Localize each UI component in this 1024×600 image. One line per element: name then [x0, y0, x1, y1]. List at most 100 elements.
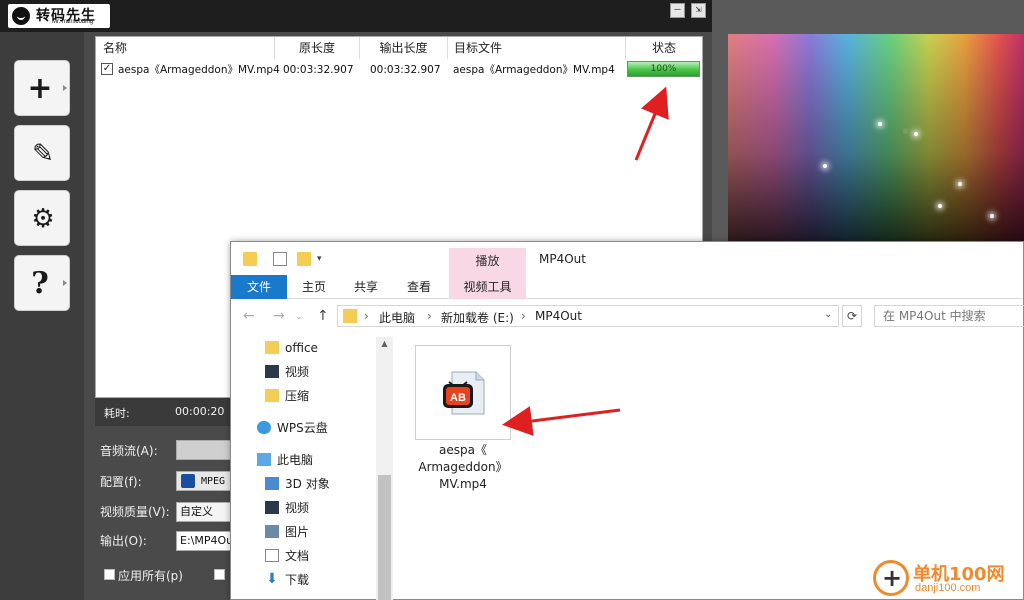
address-dropdown-icon[interactable]: ⌄ [824, 309, 832, 320]
breadcrumb-separator-icon: › [427, 309, 432, 323]
profile-value: MPEG [201, 476, 226, 487]
column-header-original-length[interactable]: 原长度 [275, 37, 360, 59]
column-header-name[interactable]: 名称 [96, 37, 275, 59]
watermark-site-domain: danji100.com [915, 582, 981, 594]
audio-stream-label: 音频流(A): [100, 444, 158, 458]
nav-item-office[interactable]: office [265, 338, 318, 358]
restore-button[interactable]: ⇲ [691, 3, 706, 18]
column-header-status[interactable]: 状态 [626, 37, 702, 59]
logo-subtitle: Mr.Transcoding [52, 19, 94, 25]
nav-item-documents[interactable]: 文档 [265, 546, 310, 566]
sparkle [990, 214, 994, 218]
video-quality-select[interactable]: 自定义 [176, 502, 236, 522]
progress-label: 100% [650, 64, 677, 74]
file-tile[interactable]: AB [415, 345, 511, 440]
search-input[interactable]: 在 MP4Out 中搜索 [874, 305, 1024, 327]
profile-select[interactable]: MPEG [176, 471, 236, 491]
quick-access-toolbar: ▾ [231, 242, 1023, 276]
address-field[interactable]: › 此电脑 › 新加载卷 (E:) › MP4Out ⌄ [337, 305, 839, 327]
computer-icon [257, 453, 271, 466]
apply-all-checkbox[interactable] [104, 569, 115, 580]
watermark-logo-icon [873, 560, 909, 596]
nav-item-wps-cloud[interactable]: WPS云盘 [257, 418, 328, 438]
site-watermark: 单机100网 danji100.com [873, 558, 1024, 600]
plus-icon: + [27, 71, 53, 106]
profile-label: 配置(f): [100, 475, 142, 489]
customize-toolbar-icon[interactable]: ▾ [317, 254, 331, 268]
nav-item-label: 下载 [285, 573, 310, 587]
breadcrumb-this-pc[interactable]: 此电脑 [379, 309, 415, 326]
cube-icon [265, 477, 279, 490]
film-icon [181, 474, 195, 488]
nav-item-3d-objects[interactable]: 3D 对象 [265, 474, 330, 494]
dropdown-arrow-icon [63, 85, 67, 91]
video-icon [265, 365, 279, 378]
tab-share[interactable]: 共享 [341, 275, 391, 299]
output-path-field[interactable]: E:\MP4Out [176, 531, 236, 551]
nav-item-videos-2[interactable]: 视频 [265, 498, 310, 518]
elapsed-label: 耗时: [104, 407, 130, 420]
tab-home[interactable]: 主页 [289, 275, 339, 299]
apply-all-label: 应用所有(p) [118, 569, 183, 583]
add-file-button[interactable]: + [14, 60, 70, 116]
nav-item-compress[interactable]: 压缩 [265, 386, 310, 406]
nav-item-label: 此电脑 [277, 453, 314, 467]
logo-face-icon [10, 5, 32, 27]
context-tab-play[interactable]: 播放 [449, 252, 526, 269]
nav-item-label: 文档 [285, 549, 310, 563]
nav-item-pictures[interactable]: 图片 [265, 522, 310, 542]
nav-item-this-pc[interactable]: 此电脑 [257, 450, 314, 470]
ab-video-file-icon: AB [443, 371, 485, 415]
app-logo: 转码先生 Mr.Transcoding [8, 4, 110, 28]
forward-arrow-icon[interactable]: → [273, 308, 285, 324]
breadcrumb-folder[interactable]: MP4Out [535, 309, 582, 323]
nav-item-label: 压缩 [285, 389, 310, 403]
nav-item-downloads[interactable]: ⬇ 下载 [266, 570, 310, 590]
sidebar: + ✎ ⚙ ? [0, 32, 84, 600]
refresh-button[interactable]: ⟳ [842, 305, 862, 327]
properties-icon[interactable] [273, 252, 287, 266]
settings-button[interactable]: ⚙ [14, 190, 70, 246]
sparkle [938, 204, 942, 208]
folder-icon [265, 389, 279, 402]
breadcrumb-drive[interactable]: 新加载卷 (E:) [441, 309, 514, 326]
new-folder-icon[interactable] [297, 252, 311, 266]
audio-stream-select[interactable] [176, 440, 236, 460]
file-name-line: aespa《 [439, 443, 487, 457]
tab-file[interactable]: 文件 [231, 275, 287, 299]
row-file-name[interactable]: aespa《Armageddon》MV.mp4 [118, 61, 280, 79]
tab-view[interactable]: 查看 [394, 275, 444, 299]
help-button[interactable]: ? [14, 255, 70, 311]
edit-button[interactable]: ✎ [14, 125, 70, 181]
file-name-line: MV.mp4 [439, 477, 487, 491]
nav-item-label: office [285, 341, 318, 355]
svg-text:AB: AB [450, 392, 466, 404]
recent-dropdown-icon[interactable]: ⌄ [295, 312, 303, 322]
file-name[interactable]: aespa《 Armageddon》 MV.mp4 [401, 442, 525, 493]
sparkle [914, 132, 918, 136]
nav-item-label: 图片 [285, 525, 310, 539]
row-checkbox[interactable]: ✓ [101, 63, 113, 75]
file-explorer-window: ▾ 播放 MP4Out 文件 主页 共享 查看 视频工具 ← → ⌄ ↑ › 此… [230, 241, 1024, 600]
column-header-output-length[interactable]: 输出长度 [360, 37, 448, 59]
explorer-title: MP4Out [539, 252, 586, 266]
video-icon [265, 501, 279, 514]
nav-item-label: 视频 [285, 365, 310, 379]
address-bar-row: ← → ⌄ ↑ › 此电脑 › 新加载卷 (E:) › MP4Out ⌄ ⟳ 在… [231, 305, 1024, 329]
folder-icon[interactable] [243, 252, 257, 266]
up-arrow-icon[interactable]: ↑ [317, 308, 329, 324]
dropdown-arrow-icon [63, 280, 67, 286]
nav-item-label: 视频 [285, 501, 310, 515]
tab-video-tools[interactable]: 视频工具 [449, 275, 526, 299]
option-checkbox[interactable] [214, 569, 225, 580]
navigation-pane: office 视频 压缩 WPS云盘 此电脑 3D 对象 视频 图片 文档 ⬇ … [231, 335, 393, 600]
nav-item-label: 3D 对象 [285, 477, 330, 491]
nav-item-videos[interactable]: 视频 [265, 362, 310, 382]
row-target-file: aespa《Armageddon》MV.mp4 [453, 64, 615, 76]
back-arrow-icon[interactable]: ← [243, 308, 255, 324]
ribbon-tabs: 文件 主页 共享 查看 视频工具 [231, 275, 1023, 299]
pencil-icon: ✎ [32, 139, 54, 169]
cloud-icon [257, 421, 271, 434]
column-header-target-file[interactable]: 目标文件 [448, 37, 626, 59]
minimize-button[interactable]: – [670, 3, 685, 18]
